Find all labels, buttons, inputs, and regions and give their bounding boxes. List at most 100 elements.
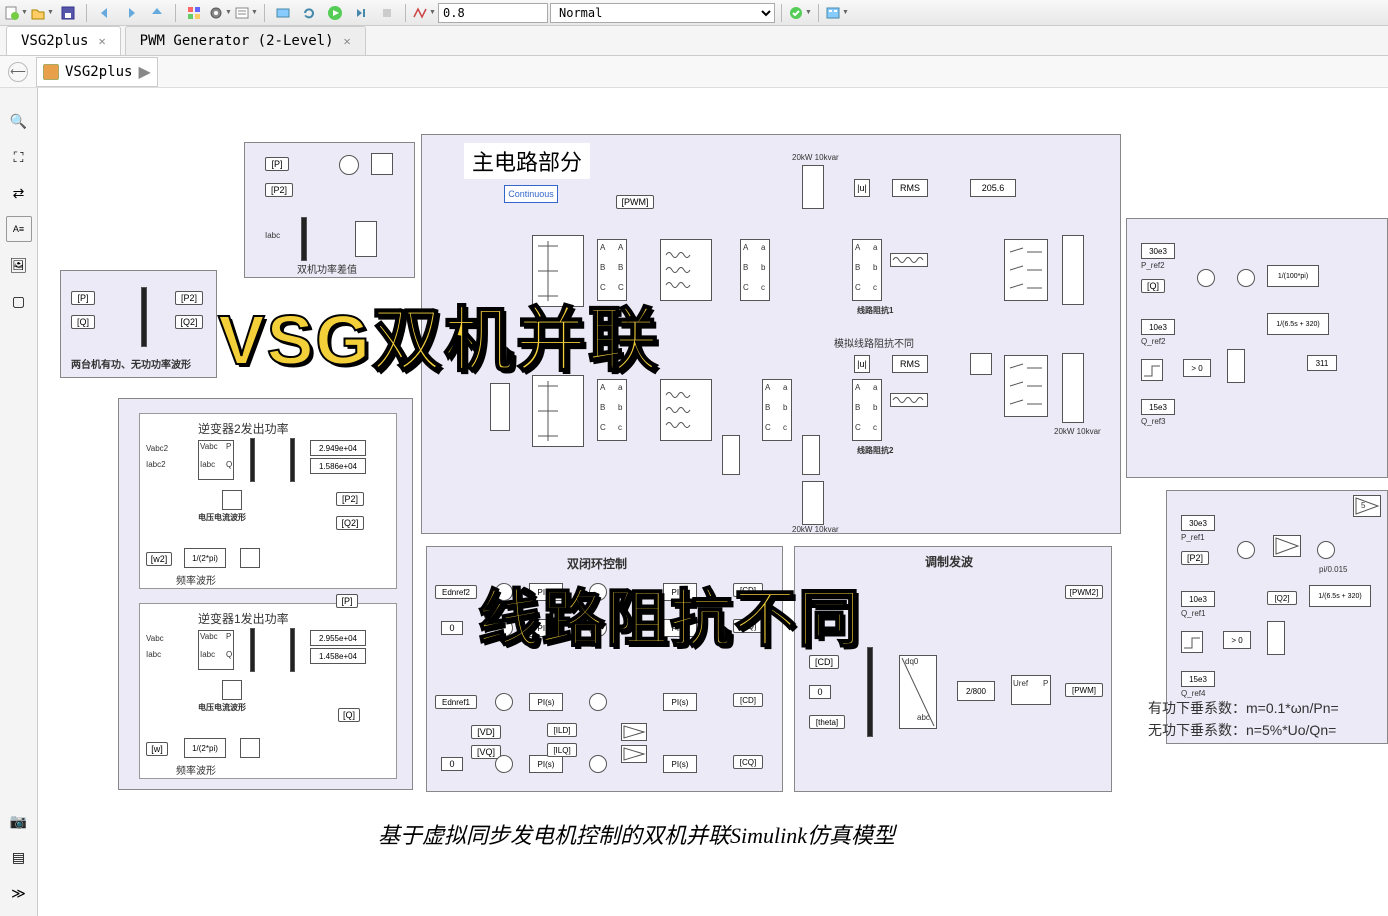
const-0[interactable]: 0 — [809, 685, 831, 699]
gain-tri[interactable] — [621, 745, 647, 763]
tag-p2[interactable]: [P2] — [175, 291, 203, 305]
sum[interactable] — [1197, 269, 1215, 287]
tag-p2[interactable]: [P2] — [265, 183, 293, 197]
cap-block-2a[interactable] — [722, 435, 740, 475]
new-button[interactable]: ▼ — [4, 2, 28, 24]
mux-block[interactable] — [141, 287, 147, 347]
signal-button[interactable]: ▼ — [412, 2, 436, 24]
tag-q[interactable]: [Q] — [1141, 279, 1165, 293]
gain-block[interactable]: 1/(2*pi) — [184, 548, 226, 568]
const-0[interactable]: 0 — [441, 621, 463, 635]
fit-icon[interactable]: ⛶ — [6, 144, 32, 170]
tag-ednref1[interactable]: Ednref1 — [435, 695, 477, 709]
tag-theta[interactable]: [theta] — [809, 715, 845, 729]
explorer-icon[interactable]: ▤ — [6, 844, 32, 870]
tag-p[interactable]: [P] — [71, 291, 95, 305]
display-inv1-q[interactable]: 1.458e+04 — [310, 648, 366, 664]
tag-p2[interactable]: [P2] — [336, 492, 364, 506]
up-button[interactable] — [145, 2, 169, 24]
tag-p2[interactable]: [P2] — [1181, 551, 1209, 565]
update-button[interactable] — [297, 2, 321, 24]
sum[interactable] — [1237, 269, 1255, 287]
tag-q[interactable]: [Q] — [71, 315, 95, 329]
dc-source-2[interactable] — [490, 383, 510, 431]
save-button[interactable] — [56, 2, 80, 24]
tag-ilq[interactable]: [ILQ] — [547, 743, 577, 757]
tab-pwm-generator[interactable]: PWM Generator (2-Level) ✕ — [125, 26, 366, 55]
load-block[interactable] — [1062, 235, 1084, 305]
gain-tri[interactable] — [1273, 535, 1301, 557]
scope[interactable] — [240, 738, 260, 758]
open-button[interactable]: ▼ — [30, 2, 54, 24]
const-311[interactable]: 311 — [1307, 355, 1337, 371]
display-rms[interactable]: 205.6 — [970, 179, 1016, 197]
transformer-block[interactable] — [802, 165, 824, 209]
filter-block-2[interactable] — [660, 379, 712, 441]
run-button[interactable] — [323, 2, 347, 24]
tag-q2[interactable]: [Q2] — [175, 315, 203, 329]
inverter-bridge-2[interactable] — [532, 375, 584, 447]
mux[interactable] — [250, 438, 255, 482]
gain-tri-5[interactable] — [1353, 495, 1381, 517]
image-icon[interactable]: 🖼 — [6, 252, 32, 278]
compare-block[interactable]: > 0 — [1183, 359, 1211, 377]
abs-block-2[interactable]: |u| — [854, 355, 870, 373]
tag-pwm2[interactable]: [PWM2] — [1065, 585, 1103, 599]
rms-block-2[interactable]: RMS — [892, 355, 928, 373]
model-canvas[interactable]: [P] [Q] [P2] [Q2] 两台机有功、无功功率波形 [P] [P2] … — [38, 88, 1388, 916]
block-icon[interactable]: ▢ — [6, 288, 32, 314]
tag-cq[interactable]: [CQ] — [733, 755, 763, 769]
sim-mode-select[interactable]: Normal — [550, 3, 775, 23]
pi-block[interactable]: PI(s) — [663, 693, 697, 711]
stop-button[interactable] — [375, 2, 399, 24]
back-button[interactable] — [93, 2, 117, 24]
cap-block-2b[interactable] — [802, 435, 820, 475]
inductor-icon-2[interactable] — [890, 393, 928, 407]
sum[interactable] — [495, 693, 513, 711]
sum[interactable] — [1237, 541, 1255, 559]
load-block-2[interactable] — [1062, 353, 1084, 423]
rms-block[interactable]: RMS — [892, 179, 928, 197]
inductor-icon[interactable] — [890, 253, 928, 267]
gain-block[interactable]: 1/(100*pi) — [1267, 265, 1319, 287]
gain-tri[interactable] — [621, 723, 647, 741]
subsystem-droop-top[interactable]: 30e3 P_ref2 [Q] 1/(100*pi) 10e3 Q_ref2 >… — [1126, 218, 1388, 478]
sum[interactable] — [589, 693, 607, 711]
filter-block-1[interactable] — [660, 239, 712, 301]
tf-block[interactable]: 1/(6.5s + 320) — [1267, 313, 1329, 335]
forward-button[interactable] — [119, 2, 143, 24]
breadcrumb-model[interactable]: VSG2plus — [65, 64, 132, 80]
config-button[interactable]: ▼ — [208, 2, 232, 24]
sum[interactable] — [495, 755, 513, 773]
sum[interactable] — [589, 755, 607, 773]
const-30e3[interactable]: 30e3 — [1141, 243, 1175, 259]
subsystem-diff[interactable]: [P] [P2] Iabc 双机功率差值 — [244, 142, 415, 278]
tag-ednref2[interactable]: Ednref2 — [435, 585, 477, 599]
mux[interactable] — [290, 438, 295, 482]
scope-block[interactable] — [355, 221, 377, 257]
subsystem-scopes[interactable]: [P] [Q] [P2] [Q2] 两台机有功、无功功率波形 — [60, 270, 217, 378]
tag-w[interactable]: [w] — [146, 742, 168, 756]
tag-ivd[interactable]: [VD] — [471, 725, 501, 739]
display-inv2-q[interactable]: 1.586e+04 — [310, 458, 366, 474]
tag-pwm[interactable]: [PWM] — [1065, 683, 1103, 697]
nav-back-icon[interactable]: ⟵ — [8, 62, 28, 82]
breaker-block[interactable] — [1004, 239, 1048, 301]
transformer-block-2[interactable] — [802, 481, 824, 525]
pi-block[interactable]: PI(s) — [529, 693, 563, 711]
gain-block[interactable]: 1/(2*pi) — [184, 738, 226, 758]
tag-w2[interactable]: [w2] — [146, 552, 172, 566]
tag-cd[interactable]: [CD] — [733, 693, 763, 707]
log-button[interactable]: ▼ — [234, 2, 258, 24]
inv1-panel[interactable]: 逆变器1发出功率 Vabc Iabc Vabc Iabc P Q 2.955e+… — [139, 603, 397, 779]
close-tab-icon[interactable]: ✕ — [98, 34, 105, 48]
mux-block[interactable] — [301, 217, 307, 261]
display-inv1-p[interactable]: 2.955e+04 — [310, 630, 366, 646]
annotation-icon[interactable]: A≡ — [6, 216, 32, 242]
switch-block[interactable] — [1227, 349, 1245, 383]
const-10e3[interactable]: 10e3 — [1181, 591, 1215, 607]
close-tab-icon[interactable]: ✕ — [344, 34, 351, 48]
tag-p[interactable]: [P] — [265, 157, 289, 171]
scope-block[interactable] — [371, 153, 393, 175]
const-30e3[interactable]: 30e3 — [1181, 515, 1215, 531]
